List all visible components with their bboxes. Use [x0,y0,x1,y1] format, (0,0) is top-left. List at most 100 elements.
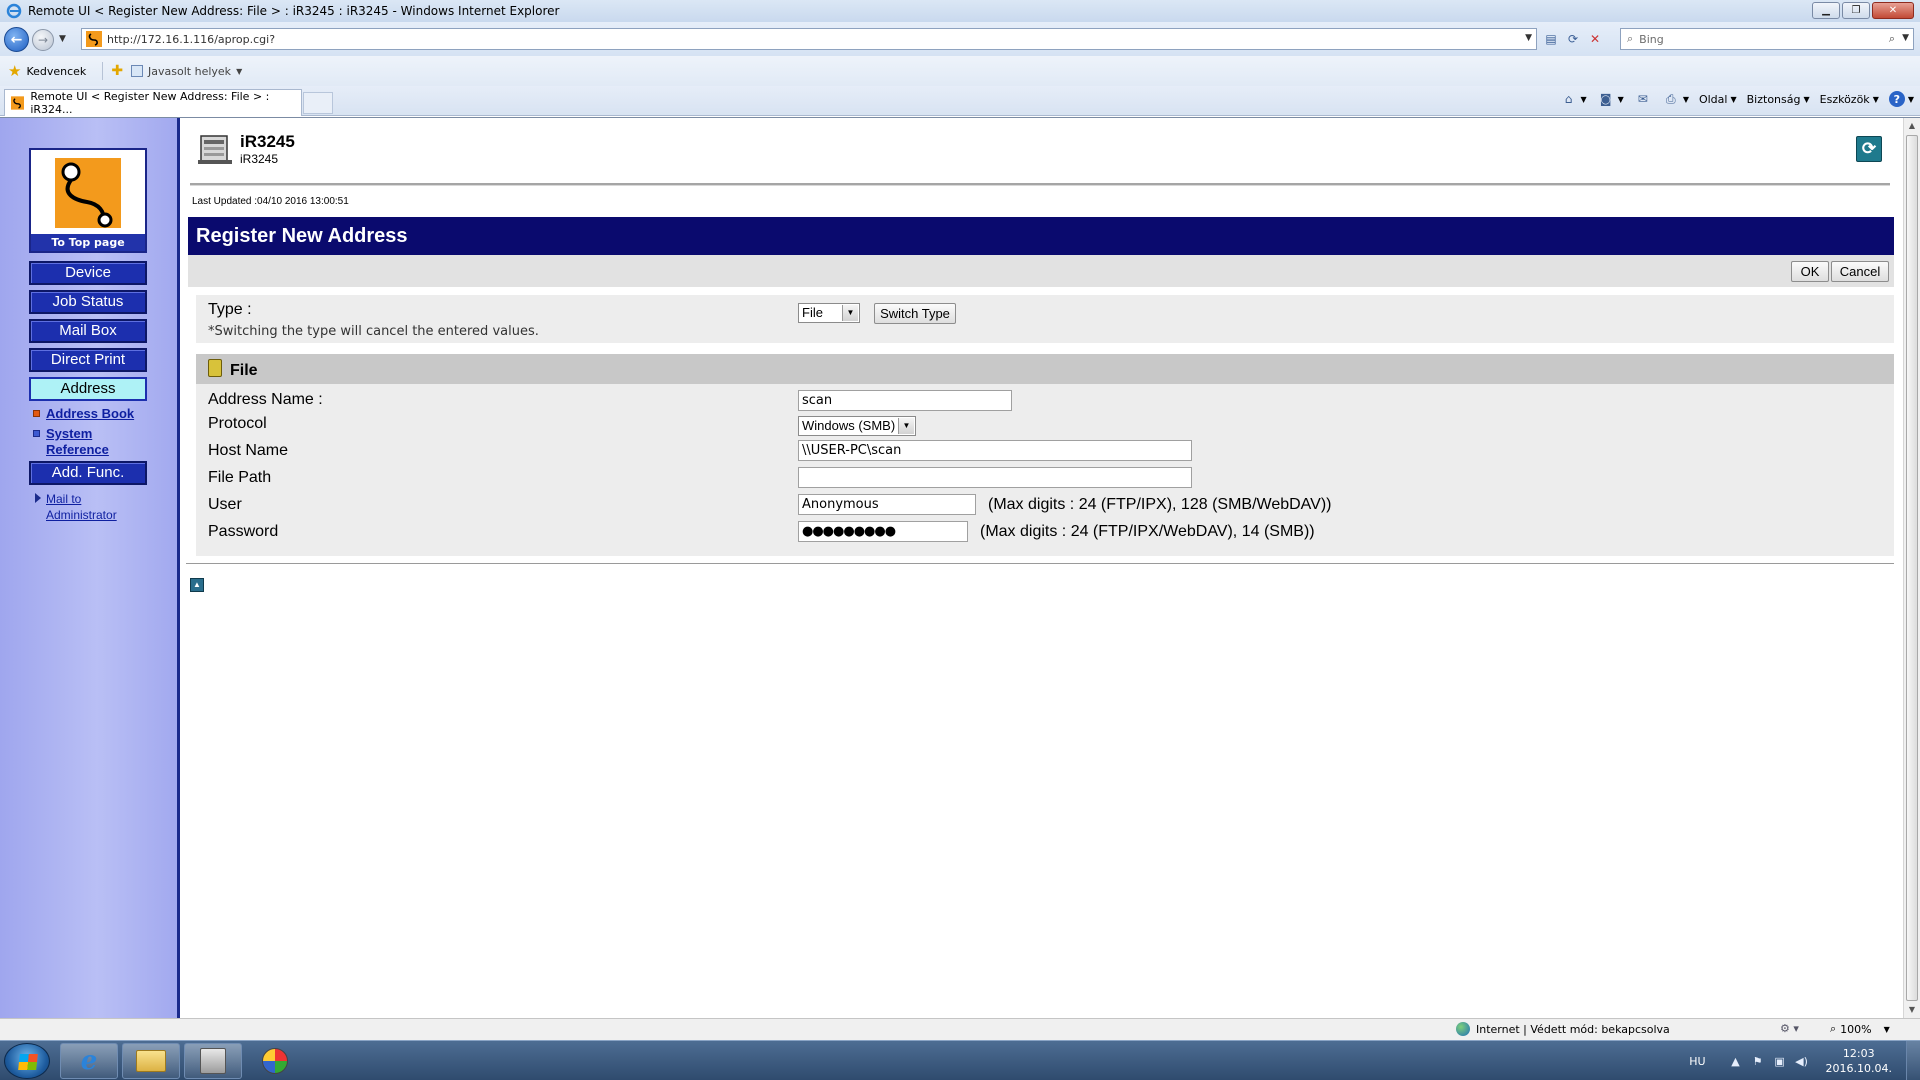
search-options-dropdown-icon[interactable]: ▼ [1902,33,1909,43]
read-mail-button[interactable]: ✉ [1634,91,1652,107]
type-select[interactable]: File ▼ [798,303,860,323]
host-name-field[interactable]: \\USER-PC\scan [798,440,1192,461]
scroll-down-icon[interactable]: ▼ [1904,1002,1920,1018]
zoom-control[interactable]: ⌕ 100% ▼ [1830,1022,1890,1036]
type-dropdown-icon[interactable]: ▼ [842,305,858,321]
nav-add-func[interactable]: Add. Func. [29,461,147,485]
nav-direct-print[interactable]: Direct Print [29,348,147,372]
show-desktop-button[interactable] [1906,1041,1920,1080]
favorites-button[interactable]: Kedvencek [26,65,86,78]
taskbar-paint[interactable] [246,1043,304,1079]
suggested-sites-link[interactable]: Javasolt helyek [148,65,231,78]
tab-strip: Remote UI < Register New Address: File >… [0,86,1920,116]
action-center-flag-icon[interactable]: ⚑ [1750,1053,1766,1069]
mail-to-administrator-link-line2[interactable]: Administrator [46,508,117,523]
taskbar-internet-explorer[interactable]: e [60,1043,118,1079]
tab-remote-ui[interactable]: Remote UI < Register New Address: File >… [4,89,302,116]
feeds-button[interactable]: ◙ ▼ [1597,91,1624,107]
network-icon[interactable]: ▣ [1772,1053,1788,1069]
safety-menu-label: Biztonság [1746,92,1801,106]
search-placeholder: Bing [1639,32,1664,46]
restore-button[interactable]: ❐ [1842,2,1870,19]
system-reference-link-line1[interactable]: System [46,426,92,441]
scroll-thumb[interactable] [1906,135,1918,1001]
password-field[interactable]: ●●●●●●●●● [798,521,968,542]
search-box[interactable]: ⌕ Bing ⌕ ▼ [1620,28,1914,50]
window-titlebar: Remote UI < Register New Address: File >… [0,0,1920,22]
system-clock[interactable]: 12:03 2016.10.04. [1826,1046,1892,1076]
nav-job-status[interactable]: Job Status [29,290,147,314]
print-dropdown-icon[interactable]: ▼ [1683,95,1689,104]
home-dropdown-icon[interactable]: ▼ [1581,95,1587,104]
mail-to-administrator-link-line1[interactable]: Mail to [46,492,81,507]
page-viewport: To Top page Device Job Status Mail Box D… [0,117,1920,1018]
recent-pages-dropdown-icon[interactable]: ▼ [59,34,66,44]
tools-menu[interactable]: Eszközök ▼ [1820,93,1879,106]
home-button[interactable]: ⌂ ▼ [1560,91,1587,107]
protected-mode-settings-icon[interactable]: ⚙ ▾ [1780,1022,1799,1035]
close-window-button[interactable]: ✕ [1872,2,1914,19]
compatibility-view-icon[interactable]: ▤ [1541,29,1561,49]
suggested-sites-dropdown-icon[interactable]: ▼ [236,67,242,76]
url-path: /aprop.cgi? [214,32,276,46]
nav-mail-box[interactable]: Mail Box [29,319,147,343]
type-switch-note: *Switching the type will cancel the ente… [208,324,539,339]
taskbar-printer-app[interactable] [184,1043,242,1079]
nav-address[interactable]: Address [29,377,147,401]
feeds-dropdown-icon[interactable]: ▼ [1618,95,1624,104]
new-tab-button[interactable] [303,92,333,114]
help-menu[interactable]: ? ▼ [1888,91,1914,107]
back-to-top-icon[interactable]: ▲ [190,578,204,592]
printer-app-icon [200,1048,226,1074]
favorites-bar: ★ Kedvencek ✚ Javasolt helyek ▼ [0,56,1920,86]
scroll-up-icon[interactable]: ▲ [1904,118,1920,134]
cancel-button[interactable]: Cancel [1831,261,1889,282]
address-name-field[interactable]: scan [798,390,1012,411]
show-hidden-icons-icon[interactable]: ▲ [1728,1053,1744,1069]
to-top-page-link[interactable]: To Top page [29,148,147,253]
taskbar-windows-explorer[interactable] [122,1043,180,1079]
file-section-header: File [196,354,1894,384]
protocol-select[interactable]: Windows (SMB) ▼ [798,416,916,436]
system-reference-link-line2[interactable]: Reference [46,442,109,457]
file-folder-icon [208,359,222,377]
address-book-bullet-icon [33,410,40,417]
stop-icon[interactable]: ✕ [1585,29,1605,49]
refresh-icon[interactable]: ⟳ [1563,29,1583,49]
system-reference-bullet-icon [33,430,40,437]
favorites-divider [102,62,104,80]
refresh-page-icon[interactable]: ⟳ [1856,136,1882,162]
nav-device[interactable]: Device [29,261,147,285]
ok-button[interactable]: OK [1791,261,1829,282]
rss-feed-icon: ◙ [1599,92,1612,106]
remote-ui-sidebar: To Top page Device Job Status Mail Box D… [0,118,180,1018]
security-zone[interactable]: Internet | Védett mód: bekapcsolva [1456,1022,1670,1036]
zoom-dropdown-icon[interactable]: ▼ [1884,1025,1890,1034]
start-button[interactable] [4,1043,50,1079]
page-title: Register New Address [188,217,1894,255]
user-field[interactable]: Anonymous [798,494,976,515]
printer-icon: ⎙ [1666,91,1676,106]
vertical-scrollbar[interactable]: ▲ ▼ [1903,118,1920,1018]
language-indicator[interactable]: HU [1689,1055,1705,1068]
favorites-star-icon[interactable]: ★ [8,62,21,80]
add-to-favorites-icon[interactable]: ✚ [111,63,123,79]
volume-icon[interactable]: ◀) [1794,1053,1810,1069]
page-menu-dropdown-icon: ▼ [1730,94,1737,104]
address-book-link[interactable]: Address Book [46,406,134,421]
url-dropdown-icon[interactable]: ▼ [1525,33,1532,43]
forward-button[interactable]: → [32,29,54,51]
back-button[interactable]: ← [4,27,29,52]
help-icon: ? [1888,91,1905,107]
file-path-field[interactable] [798,467,1192,488]
address-bar[interactable]: http://172.16.1.116/aprop.cgi? ▼ [81,28,1537,50]
search-go-icon[interactable]: ⌕ [1889,32,1895,46]
protocol-dropdown-icon[interactable]: ▼ [898,418,914,434]
print-button[interactable]: ⎙ ▼ [1662,91,1689,107]
mail-icon: ✉ [1637,92,1648,106]
page-menu[interactable]: Oldal ▼ [1699,93,1737,106]
minimize-button[interactable]: ▁ [1812,2,1840,19]
safety-menu[interactable]: Biztonság ▼ [1747,93,1810,106]
switch-type-button[interactable]: Switch Type [874,303,956,324]
internet-explorer-icon [6,3,22,19]
